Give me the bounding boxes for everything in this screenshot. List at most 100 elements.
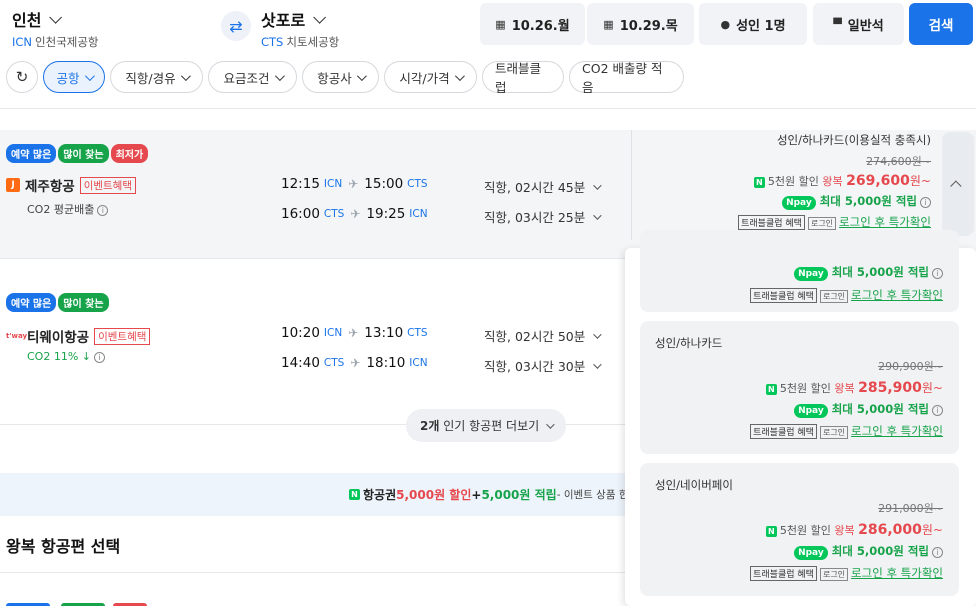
origin-selector[interactable]: 인천 ICN 인천국제공항 [12, 7, 99, 50]
info-icon[interactable]: i [932, 547, 943, 558]
login-tag: 로그인 [807, 217, 837, 230]
cabin-label: 일반석 [847, 18, 884, 34]
promo-discount: 5,000원 할인 [396, 488, 472, 502]
chevron-down-icon [180, 70, 191, 81]
filter-direct[interactable]: 직항/경유 [110, 61, 203, 93]
co2-label: CO2 평균배출 [27, 203, 95, 216]
more-count-number: 2개 [420, 419, 440, 433]
refresh-icon[interactable]: ↻ [6, 61, 38, 93]
npay-icon: Npay [782, 196, 816, 210]
origin-city-name: 인천 [12, 11, 42, 30]
round-trip-label: 왕복 [822, 175, 843, 188]
depart-date-label: 10.26.월 [511, 18, 570, 34]
filter-co2[interactable]: CO2 배출량 적음 [569, 61, 684, 95]
destination-selector[interactable]: 삿포로 CTS 치토세공항 [261, 7, 339, 50]
section-title: 왕복 항공편 선택 [6, 537, 121, 556]
passengers-button[interactable]: ● 성인 1명 [699, 3, 807, 45]
dep-airport: ICN [323, 178, 343, 190]
final-price: 269,600 [846, 173, 910, 189]
plane-icon: ✈ [348, 326, 359, 340]
outbound-duration[interactable]: 직항, 02시간 45분 [484, 177, 602, 196]
price-block[interactable]: 성인/하나카드(이용실적 충족시) 274,600원~ N 5천원 할인 왕복 2… [631, 132, 931, 230]
flight-search-page: 인천 ICN 인천국제공항 ⇄ 삿포로 CTS 치토세공항 ▦ 10.26.월 ▦ 10… [0, 0, 976, 606]
chevron-down-icon [593, 329, 602, 339]
price-option-card[interactable]: Npay 최대 5,000원 적립 i 트래블클럽 혜택 로그인 로그인 후 특가확인 [640, 230, 959, 312]
badge-row: 예약 많은 많이 찾는 최저가 [6, 143, 150, 163]
search-button[interactable]: 검색 [909, 3, 973, 45]
discount-label: 5천원 할인 [779, 382, 831, 395]
inbound-duration[interactable]: 직항, 03시간 25분 [484, 207, 602, 226]
co2-info: CO2 11% ↓ i [27, 350, 105, 363]
arr-airport: CTS [407, 327, 428, 339]
event-tag: 이벤트혜택 [79, 176, 136, 194]
filter-fare[interactable]: 요금조건 [208, 61, 297, 93]
filter-airport[interactable]: 공항 [43, 61, 105, 93]
origin-airport: ICN 인천국제공항 [12, 34, 99, 50]
npay-icon: Npay [794, 267, 828, 281]
final-price-row: N 5천원 할인 왕복 285,900원~ [750, 379, 943, 396]
co2-label: CO2 11% ↓ [27, 350, 91, 363]
chevron-down-icon [274, 70, 285, 81]
final-price: 285,900 [858, 380, 922, 396]
naver-n-icon: N [765, 384, 777, 395]
cabin-button[interactable]: ▀ 일반석 [813, 3, 904, 45]
price-option-card[interactable]: 성인/하나카드 290,900원~ N 5천원 할인 왕복 285,900원~ N… [640, 321, 959, 454]
chevron-up-icon [950, 180, 962, 192]
info-icon[interactable]: i [97, 205, 109, 216]
price-suffix: 원~ [921, 523, 943, 537]
badge: 많이 찾는 [58, 293, 109, 312]
swap-icon[interactable]: ⇄ [221, 11, 251, 41]
login-link[interactable]: 로그인 후 특가확인 [851, 288, 943, 302]
login-link[interactable]: 로그인 후 특가확인 [851, 424, 943, 438]
login-link[interactable]: 로그인 후 특가확인 [839, 215, 931, 229]
arr-time: 18:10 [366, 355, 406, 371]
arr-time: 13:10 [364, 325, 404, 341]
filter-label: 요금조건 [223, 70, 270, 86]
duration-label: 직항, 03시간 30분 [484, 359, 586, 374]
npay-icon: Npay [794, 404, 828, 418]
co2-info: CO2 평균배출 i [27, 201, 109, 217]
depart-date-button[interactable]: ▦ 10.26.월 [480, 3, 585, 45]
chevron-down-icon [546, 419, 555, 429]
duration-label: 직항, 02시간 45분 [484, 180, 586, 195]
dep-airport: CTS [323, 208, 345, 220]
airline-name-row: J 제주항공 이벤트혜택 [6, 175, 136, 195]
info-icon[interactable]: i [94, 352, 105, 363]
arr-time: 15:00 [364, 176, 404, 192]
filter-time-price[interactable]: 시각/가격 [384, 61, 477, 93]
info-icon[interactable]: i [932, 268, 943, 279]
npay-icon: Npay [794, 546, 828, 560]
npay-row: Npay 최대 5,000원 적립 i [750, 401, 943, 418]
info-icon[interactable]: i [920, 197, 931, 208]
more-text: 인기 항공편 더보기 [439, 419, 540, 433]
login-link[interactable]: 로그인 후 특가확인 [851, 566, 943, 580]
login-tag: 로그인 [819, 568, 849, 581]
original-price: 291,000원~ [878, 502, 943, 515]
inbound-duration[interactable]: 직항, 03시간 30분 [484, 356, 602, 375]
naver-n-icon: N [765, 526, 777, 537]
price-label: 성인/하나카드(이용실적 충족시) [776, 133, 931, 147]
filter-label: 시각/가격 [399, 70, 450, 86]
filter-travel-club[interactable]: 트래블클럽 [482, 61, 564, 95]
filter-label: 공항 [56, 70, 80, 86]
collapse-button[interactable] [942, 132, 974, 236]
dep-time: 14:40 [281, 355, 320, 371]
destination-airport: CTS 치토세공항 [261, 34, 339, 50]
info-icon[interactable]: i [932, 405, 943, 416]
arr-time: 19:25 [366, 206, 406, 222]
price-option-card[interactable]: 성인/네이버페이 291,000원~ N 5천원 할인 왕복 286,000원~ … [640, 463, 959, 596]
outbound-duration[interactable]: 직항, 02시간 50분 [484, 326, 602, 345]
promo-text: 항공권 [363, 488, 397, 502]
earn-label: 최대 5,000원 적립 [831, 402, 929, 416]
dep-time: 12:15 [281, 176, 320, 192]
return-date-button[interactable]: ▦ 10.29.목 [587, 3, 694, 45]
arr-airport: ICN [409, 208, 428, 220]
price-label: 성인/네이버페이 [655, 478, 733, 492]
login-row: 트래블클럽 혜택 로그인 로그인 후 특가확인 [750, 284, 943, 303]
plane-icon: ✈ [348, 177, 359, 191]
dep-time: 16:00 [281, 206, 320, 222]
login-row: 트래블클럽 혜택 로그인 로그인 후 특가확인 [750, 565, 943, 581]
filter-airline[interactable]: 항공사 [302, 61, 379, 93]
more-flights-button[interactable]: 2개 인기 항공편 더보기 [406, 409, 567, 442]
badge: 예약 많은 [6, 144, 57, 163]
